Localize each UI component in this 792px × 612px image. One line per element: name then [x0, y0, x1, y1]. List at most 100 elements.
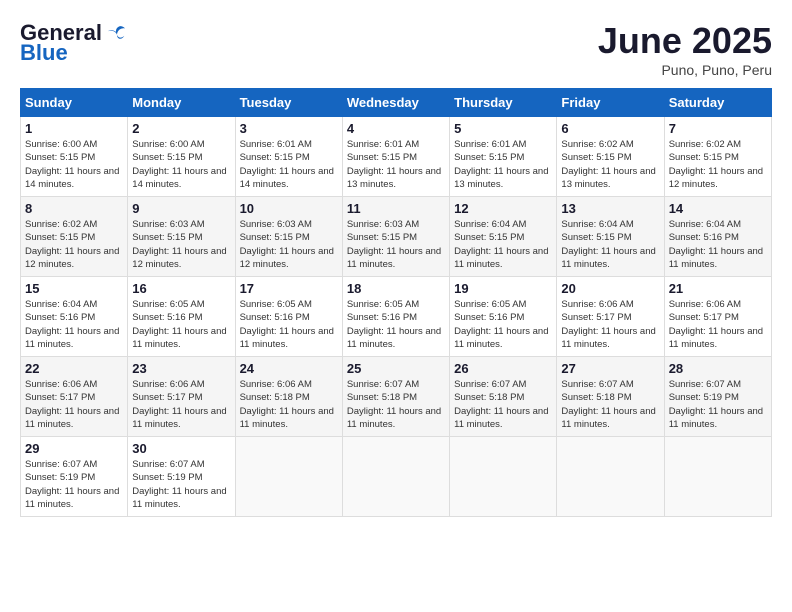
calendar-day: 9 Sunrise: 6:03 AMSunset: 5:15 PMDayligh…	[128, 197, 235, 277]
day-info: Sunrise: 6:05 AMSunset: 5:16 PMDaylight:…	[347, 298, 445, 351]
day-info: Sunrise: 6:06 AMSunset: 5:17 PMDaylight:…	[669, 298, 767, 351]
day-info: Sunrise: 6:06 AMSunset: 5:17 PMDaylight:…	[25, 378, 123, 431]
day-number: 6	[561, 121, 659, 136]
day-info: Sunrise: 6:07 AMSunset: 5:19 PMDaylight:…	[669, 378, 767, 431]
day-number: 9	[132, 201, 230, 216]
day-info: Sunrise: 6:04 AMSunset: 5:15 PMDaylight:…	[561, 218, 659, 271]
calendar-day: 28 Sunrise: 6:07 AMSunset: 5:19 PMDaylig…	[664, 357, 771, 437]
day-info: Sunrise: 6:07 AMSunset: 5:18 PMDaylight:…	[561, 378, 659, 431]
header-thursday: Thursday	[450, 89, 557, 117]
calendar-day: 19 Sunrise: 6:05 AMSunset: 5:16 PMDaylig…	[450, 277, 557, 357]
day-number: 25	[347, 361, 445, 376]
calendar-day: 2 Sunrise: 6:00 AMSunset: 5:15 PMDayligh…	[128, 117, 235, 197]
calendar-day: 21 Sunrise: 6:06 AMSunset: 5:17 PMDaylig…	[664, 277, 771, 357]
day-info: Sunrise: 6:03 AMSunset: 5:15 PMDaylight:…	[347, 218, 445, 271]
day-number: 3	[240, 121, 338, 136]
day-info: Sunrise: 6:02 AMSunset: 5:15 PMDaylight:…	[561, 138, 659, 191]
day-info: Sunrise: 6:00 AMSunset: 5:15 PMDaylight:…	[25, 138, 123, 191]
day-number: 24	[240, 361, 338, 376]
calendar-day: 20 Sunrise: 6:06 AMSunset: 5:17 PMDaylig…	[557, 277, 664, 357]
calendar-day-empty	[235, 437, 342, 517]
day-number: 22	[25, 361, 123, 376]
day-info: Sunrise: 6:04 AMSunset: 5:16 PMDaylight:…	[669, 218, 767, 271]
calendar-day: 22 Sunrise: 6:06 AMSunset: 5:17 PMDaylig…	[21, 357, 128, 437]
day-info: Sunrise: 6:02 AMSunset: 5:15 PMDaylight:…	[669, 138, 767, 191]
header-friday: Friday	[557, 89, 664, 117]
calendar-title: June 2025	[598, 20, 772, 62]
day-number: 21	[669, 281, 767, 296]
day-info: Sunrise: 6:01 AMSunset: 5:15 PMDaylight:…	[454, 138, 552, 191]
calendar-day: 15 Sunrise: 6:04 AMSunset: 5:16 PMDaylig…	[21, 277, 128, 357]
day-number: 10	[240, 201, 338, 216]
day-number: 29	[25, 441, 123, 456]
day-info: Sunrise: 6:05 AMSunset: 5:16 PMDaylight:…	[240, 298, 338, 351]
day-number: 18	[347, 281, 445, 296]
calendar-day: 7 Sunrise: 6:02 AMSunset: 5:15 PMDayligh…	[664, 117, 771, 197]
calendar-day: 26 Sunrise: 6:07 AMSunset: 5:18 PMDaylig…	[450, 357, 557, 437]
header-monday: Monday	[128, 89, 235, 117]
day-info: Sunrise: 6:01 AMSunset: 5:15 PMDaylight:…	[347, 138, 445, 191]
day-number: 28	[669, 361, 767, 376]
calendar-day: 1 Sunrise: 6:00 AMSunset: 5:15 PMDayligh…	[21, 117, 128, 197]
calendar-week-row: 15 Sunrise: 6:04 AMSunset: 5:16 PMDaylig…	[21, 277, 772, 357]
calendar-day: 11 Sunrise: 6:03 AMSunset: 5:15 PMDaylig…	[342, 197, 449, 277]
title-area: June 2025 Puno, Puno, Peru	[598, 20, 772, 78]
day-info: Sunrise: 6:01 AMSunset: 5:15 PMDaylight:…	[240, 138, 338, 191]
day-number: 27	[561, 361, 659, 376]
calendar-day-empty	[342, 437, 449, 517]
calendar-day-empty	[450, 437, 557, 517]
day-info: Sunrise: 6:06 AMSunset: 5:17 PMDaylight:…	[132, 378, 230, 431]
day-info: Sunrise: 6:05 AMSunset: 5:16 PMDaylight:…	[132, 298, 230, 351]
day-info: Sunrise: 6:07 AMSunset: 5:18 PMDaylight:…	[454, 378, 552, 431]
calendar-day: 5 Sunrise: 6:01 AMSunset: 5:15 PMDayligh…	[450, 117, 557, 197]
day-info: Sunrise: 6:06 AMSunset: 5:17 PMDaylight:…	[561, 298, 659, 351]
header-tuesday: Tuesday	[235, 89, 342, 117]
calendar-day-empty	[664, 437, 771, 517]
weekday-header-row: Sunday Monday Tuesday Wednesday Thursday…	[21, 89, 772, 117]
day-info: Sunrise: 6:00 AMSunset: 5:15 PMDaylight:…	[132, 138, 230, 191]
calendar-day: 18 Sunrise: 6:05 AMSunset: 5:16 PMDaylig…	[342, 277, 449, 357]
calendar-table: Sunday Monday Tuesday Wednesday Thursday…	[20, 88, 772, 517]
day-info: Sunrise: 6:04 AMSunset: 5:16 PMDaylight:…	[25, 298, 123, 351]
calendar-day: 27 Sunrise: 6:07 AMSunset: 5:18 PMDaylig…	[557, 357, 664, 437]
calendar-day: 17 Sunrise: 6:05 AMSunset: 5:16 PMDaylig…	[235, 277, 342, 357]
day-number: 17	[240, 281, 338, 296]
day-info: Sunrise: 6:07 AMSunset: 5:18 PMDaylight:…	[347, 378, 445, 431]
day-number: 5	[454, 121, 552, 136]
logo: General Blue	[20, 20, 128, 66]
calendar-day: 23 Sunrise: 6:06 AMSunset: 5:17 PMDaylig…	[128, 357, 235, 437]
day-number: 20	[561, 281, 659, 296]
day-info: Sunrise: 6:07 AMSunset: 5:19 PMDaylight:…	[25, 458, 123, 511]
calendar-week-row: 8 Sunrise: 6:02 AMSunset: 5:15 PMDayligh…	[21, 197, 772, 277]
calendar-day: 29 Sunrise: 6:07 AMSunset: 5:19 PMDaylig…	[21, 437, 128, 517]
calendar-day: 6 Sunrise: 6:02 AMSunset: 5:15 PMDayligh…	[557, 117, 664, 197]
day-number: 8	[25, 201, 123, 216]
calendar-day: 10 Sunrise: 6:03 AMSunset: 5:15 PMDaylig…	[235, 197, 342, 277]
header-sunday: Sunday	[21, 89, 128, 117]
calendar-day: 4 Sunrise: 6:01 AMSunset: 5:15 PMDayligh…	[342, 117, 449, 197]
day-number: 4	[347, 121, 445, 136]
day-number: 16	[132, 281, 230, 296]
calendar-day: 30 Sunrise: 6:07 AMSunset: 5:19 PMDaylig…	[128, 437, 235, 517]
day-number: 11	[347, 201, 445, 216]
day-info: Sunrise: 6:05 AMSunset: 5:16 PMDaylight:…	[454, 298, 552, 351]
day-number: 1	[25, 121, 123, 136]
day-info: Sunrise: 6:03 AMSunset: 5:15 PMDaylight:…	[132, 218, 230, 271]
calendar-day: 3 Sunrise: 6:01 AMSunset: 5:15 PMDayligh…	[235, 117, 342, 197]
day-number: 14	[669, 201, 767, 216]
calendar-week-row: 22 Sunrise: 6:06 AMSunset: 5:17 PMDaylig…	[21, 357, 772, 437]
calendar-week-row: 29 Sunrise: 6:07 AMSunset: 5:19 PMDaylig…	[21, 437, 772, 517]
calendar-day: 14 Sunrise: 6:04 AMSunset: 5:16 PMDaylig…	[664, 197, 771, 277]
logo-bird-icon	[106, 22, 128, 44]
day-info: Sunrise: 6:02 AMSunset: 5:15 PMDaylight:…	[25, 218, 123, 271]
day-info: Sunrise: 6:06 AMSunset: 5:18 PMDaylight:…	[240, 378, 338, 431]
day-number: 13	[561, 201, 659, 216]
calendar-week-row: 1 Sunrise: 6:00 AMSunset: 5:15 PMDayligh…	[21, 117, 772, 197]
header: General Blue June 2025 Puno, Puno, Peru	[20, 20, 772, 78]
day-number: 2	[132, 121, 230, 136]
day-info: Sunrise: 6:07 AMSunset: 5:19 PMDaylight:…	[132, 458, 230, 511]
day-number: 12	[454, 201, 552, 216]
day-number: 26	[454, 361, 552, 376]
calendar-day: 8 Sunrise: 6:02 AMSunset: 5:15 PMDayligh…	[21, 197, 128, 277]
calendar-subtitle: Puno, Puno, Peru	[598, 62, 772, 78]
